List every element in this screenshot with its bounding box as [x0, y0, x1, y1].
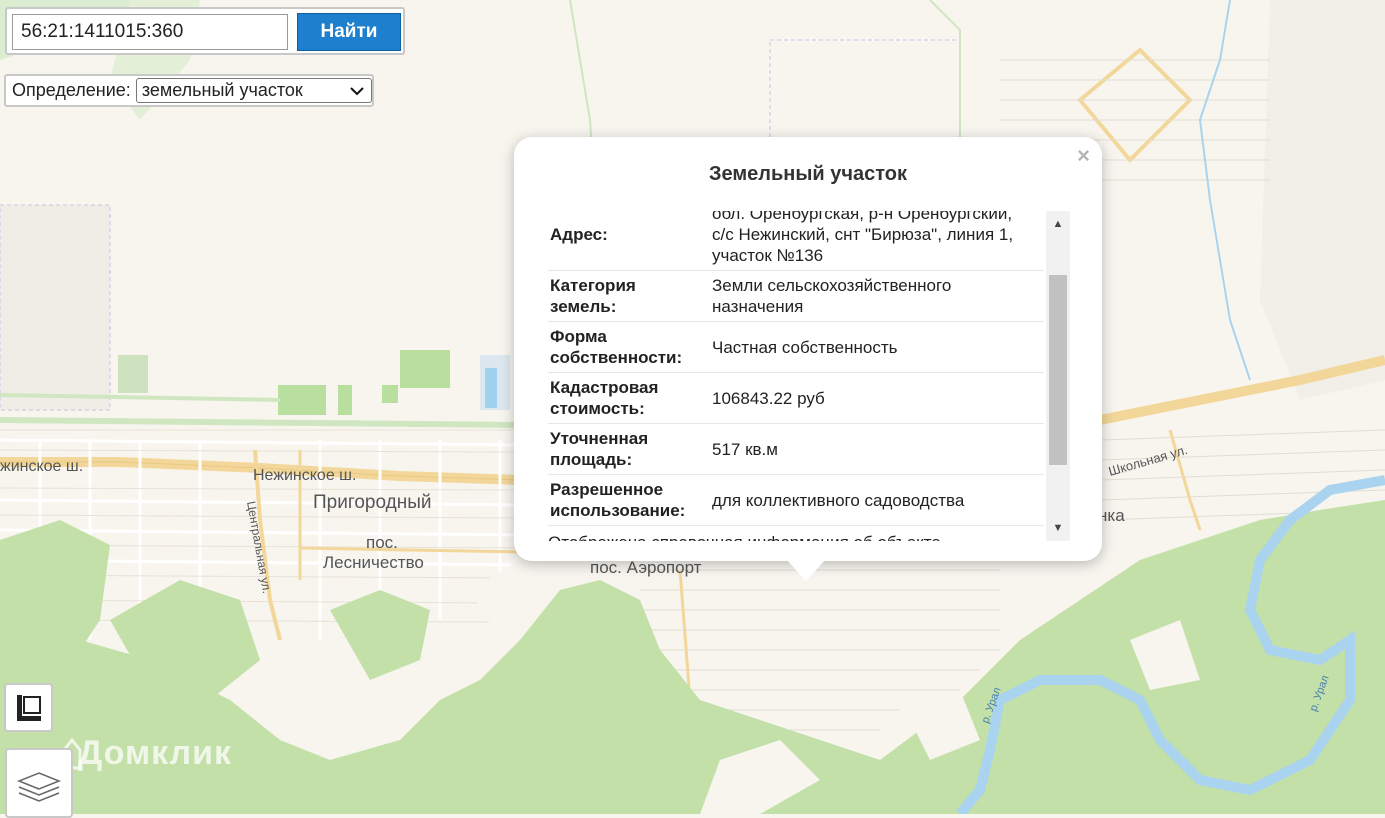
layers-icon [17, 772, 61, 802]
definition-label: Определение: [12, 80, 131, 100]
domclick-watermark: Домклик [78, 734, 233, 772]
definition-select[interactable]: земельный участок [135, 78, 372, 103]
scroll-down-icon[interactable]: ▼ [1046, 515, 1070, 541]
row-key: Уточненная площадь: [548, 423, 708, 475]
row-value: для коллективного садоводства [708, 474, 1044, 526]
table-row: Категория земель: Земли сельскохозяйстве… [548, 270, 1044, 322]
row-key: Адрес: [548, 211, 708, 271]
scroll-up-icon[interactable]: ▲ [1046, 211, 1070, 237]
popup-scrollbar[interactable]: ▲ ▼ [1046, 211, 1070, 541]
cadastral-number-input[interactable] [12, 14, 288, 50]
row-key: Категория земель: [548, 270, 708, 322]
chevron-down-icon [350, 86, 364, 95]
table-row: Кадастровая стоимость: 106843.22 руб [548, 372, 1044, 424]
row-value: 517 кв.м [708, 423, 1044, 475]
map-label-nka: нка [1098, 506, 1125, 525]
definition-selected-value: земельный участок [141, 80, 303, 100]
row-value: обл. Оренбургская, р-н Оренбургский, с/с… [708, 211, 1044, 271]
ruler-icon [16, 694, 41, 721]
row-value: 106843.22 руб [708, 372, 1044, 424]
parcel-info-popup: × Земельный участок Адрес: обл. Оренбург… [514, 137, 1102, 581]
map-label-nezhinskoe-left: жинское ш. [0, 458, 83, 475]
table-row: Форма собственности: Частная собственнос… [548, 321, 1044, 373]
row-key: Кадастровая стоимость: [548, 372, 708, 424]
reference-note: Отображена справочная информация об объе… [548, 533, 941, 541]
table-row: Разрешенное использование: для коллектив… [548, 474, 1044, 526]
popup-pointer [786, 559, 826, 581]
ruler-button[interactable] [4, 683, 53, 732]
find-button[interactable]: Найти [297, 13, 401, 51]
popup-title: Земельный участок [708, 163, 908, 185]
row-key: Разрешенное использование: [548, 474, 708, 526]
row-value: Земли сельскохозяйственного назначения [708, 270, 1044, 322]
search-panel: Найти [5, 7, 405, 55]
row-key: Форма собственности: [548, 321, 708, 373]
layers-button[interactable] [5, 748, 73, 818]
map-label-poselok: пос. [366, 533, 398, 552]
map-label-leshnichestvo: Лесничество [323, 553, 424, 572]
map-label-nezhinskoe-center: Нежинское ш. [253, 467, 356, 484]
popup-scroll-area[interactable]: Адрес: обл. Оренбургская, р-н Оренбургск… [548, 211, 1070, 541]
row-value: Частная собственность [708, 321, 1044, 373]
parcel-info-table: Адрес: обл. Оренбургская, р-н Оренбургск… [548, 211, 1044, 526]
definition-panel: Определение: земельный участок [4, 74, 374, 107]
table-row: Адрес: обл. Оренбургская, р-н Оренбургск… [548, 211, 1044, 271]
scrollbar-thumb[interactable] [1049, 275, 1067, 465]
table-row: Уточненная площадь: 517 кв.м [548, 423, 1044, 475]
map-label-prigorodny: Пригородный [313, 492, 431, 513]
